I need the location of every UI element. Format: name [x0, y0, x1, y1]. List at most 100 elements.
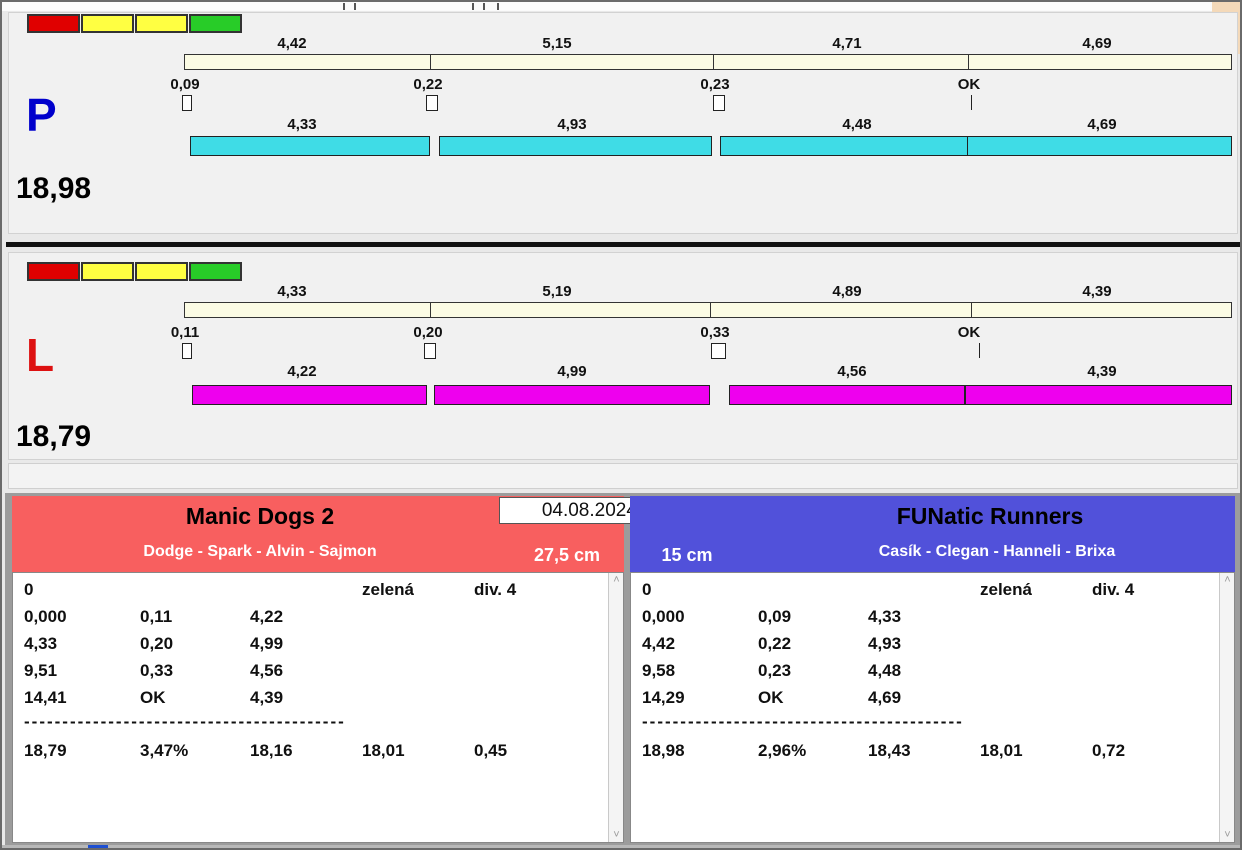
cell: 0	[642, 580, 651, 600]
lane-p-change-1: 0,09	[170, 76, 199, 93]
total-time: 18,98	[642, 741, 685, 761]
lane-p-change-2: 0,22	[413, 76, 442, 93]
lane-l-dog-bar-1	[192, 385, 427, 405]
lane-p-time-1: 4,33	[287, 116, 316, 133]
lane-l-change-1: 0,11	[171, 324, 199, 341]
traffic-light-yellow-icon	[81, 262, 134, 281]
lane-l-panel	[8, 252, 1238, 460]
status-badge: zelená	[362, 580, 414, 600]
cell: 4,33	[24, 634, 57, 654]
cell: OK	[140, 688, 166, 708]
lane-l-change-ok: OK	[958, 324, 981, 341]
lane-p-dog-bar-4	[967, 136, 1232, 156]
results-log-left[interactable]	[12, 572, 624, 843]
total-percent: 3,47%	[140, 741, 188, 761]
segment-divider	[971, 303, 972, 317]
cell: 0,000	[642, 607, 685, 627]
cell: 0,23	[758, 661, 791, 681]
separator-line: ----------------------------------------…	[642, 712, 964, 732]
scroll-down-arrow-icon[interactable]: ˅	[1220, 828, 1235, 842]
cell: 4,69	[868, 688, 901, 708]
lane-l-split-2: 5,19	[542, 283, 571, 300]
division-label: div. 4	[1092, 580, 1134, 600]
lane-p-dog-bar-3	[720, 136, 968, 156]
handover-ok-tick	[971, 95, 972, 110]
handover-ok-tick	[979, 343, 980, 358]
cell: 4,56	[250, 661, 283, 681]
team-left-jump-height: 27,5 cm	[534, 545, 600, 566]
cell: 4,39	[250, 688, 283, 708]
status-badge: zelená	[980, 580, 1032, 600]
traffic-light-green-icon	[189, 262, 242, 281]
cell: 4,22	[250, 607, 283, 627]
cell: 14,41	[24, 688, 67, 708]
bottom-strip	[2, 845, 1242, 850]
lane-p-split-3: 4,71	[832, 35, 861, 52]
window-edge-tick	[354, 3, 356, 10]
lane-l-split-bar	[184, 302, 1232, 318]
scrollbar[interactable]: ˄ ˅	[1219, 573, 1234, 842]
scroll-down-arrow-icon[interactable]: ˅	[609, 828, 624, 842]
lane-l-dog-bar-4	[965, 385, 1232, 405]
team-left-name: Manic Dogs 2	[186, 503, 334, 530]
lane-l-change-3: 0,33	[700, 324, 729, 341]
window-edge-tick	[497, 3, 499, 10]
cell: 14,29	[642, 688, 685, 708]
traffic-light-red-icon	[27, 262, 80, 281]
total-value: 0,45	[474, 741, 507, 761]
segment-divider	[968, 55, 969, 69]
window-edge-tick	[343, 3, 345, 10]
scroll-up-arrow-icon[interactable]: ˄	[1220, 573, 1235, 587]
taskbar-item[interactable]	[88, 845, 108, 850]
traffic-light-yellow-icon	[135, 262, 188, 281]
total-value: 18,01	[362, 741, 405, 761]
team-left-members: Dodge - Spark - Alvin - Sajmon	[143, 543, 376, 561]
lane-p-time-4: 4,69	[1087, 116, 1116, 133]
results-log-right[interactable]	[630, 572, 1235, 843]
cell: 0,22	[758, 634, 791, 654]
window-edge-tick	[483, 3, 485, 10]
cell: 4,33	[868, 607, 901, 627]
lane-p-split-2: 5,15	[542, 35, 571, 52]
handover-marker-box	[182, 343, 192, 359]
scrollbar[interactable]: ˄ ˅	[608, 573, 623, 842]
scroll-up-arrow-icon[interactable]: ˄	[609, 573, 624, 587]
total-value: 18,01	[980, 741, 1023, 761]
cell: 9,51	[24, 661, 57, 681]
separator-line: ----------------------------------------…	[24, 712, 346, 732]
lane-l-time-4: 4,39	[1087, 363, 1116, 380]
lane-l-dog-bar-2	[434, 385, 710, 405]
cell: 0,33	[140, 661, 173, 681]
segment-divider	[430, 303, 431, 317]
lane-l-time-3: 4,56	[837, 363, 866, 380]
lane-p-change-3: 0,23	[700, 76, 729, 93]
total-value: 18,16	[250, 741, 293, 761]
traffic-light-red-icon	[27, 14, 80, 33]
lane-l-traffic-lights	[27, 262, 243, 281]
window-edge-tick	[472, 3, 474, 10]
cell: 4,48	[868, 661, 901, 681]
segment-divider	[430, 55, 431, 69]
lane-p-time-3: 4,48	[842, 116, 871, 133]
team-right-members: Casík - Clegan - Hanneli - Brixa	[879, 543, 1116, 561]
traffic-light-green-icon	[189, 14, 242, 33]
cell: 0,09	[758, 607, 791, 627]
lane-p-dog-bar-2	[439, 136, 712, 156]
team-right-name: FUNatic Runners	[897, 503, 1084, 530]
lane-l-time-1: 4,22	[287, 363, 316, 380]
lane-divider	[6, 242, 1240, 247]
cell: 4,99	[250, 634, 283, 654]
cell: 0,000	[24, 607, 67, 627]
traffic-light-yellow-icon	[81, 14, 134, 33]
lane-p-change-ok: OK	[958, 76, 981, 93]
lane-l-change-2: 0,20	[413, 324, 442, 341]
lane-p-split-1: 4,42	[277, 35, 306, 52]
cell: OK	[758, 688, 784, 708]
segment-divider	[713, 55, 714, 69]
lane-p-panel	[8, 12, 1238, 234]
total-percent: 2,96%	[758, 741, 806, 761]
lane-l-split-4: 4,39	[1082, 283, 1111, 300]
timing-window: 4,42 5,15 4,71 4,69 0,09 0,22 0,23 OK 4,…	[0, 0, 1242, 850]
segment-divider	[710, 303, 711, 317]
lane-l-split-3: 4,89	[832, 283, 861, 300]
